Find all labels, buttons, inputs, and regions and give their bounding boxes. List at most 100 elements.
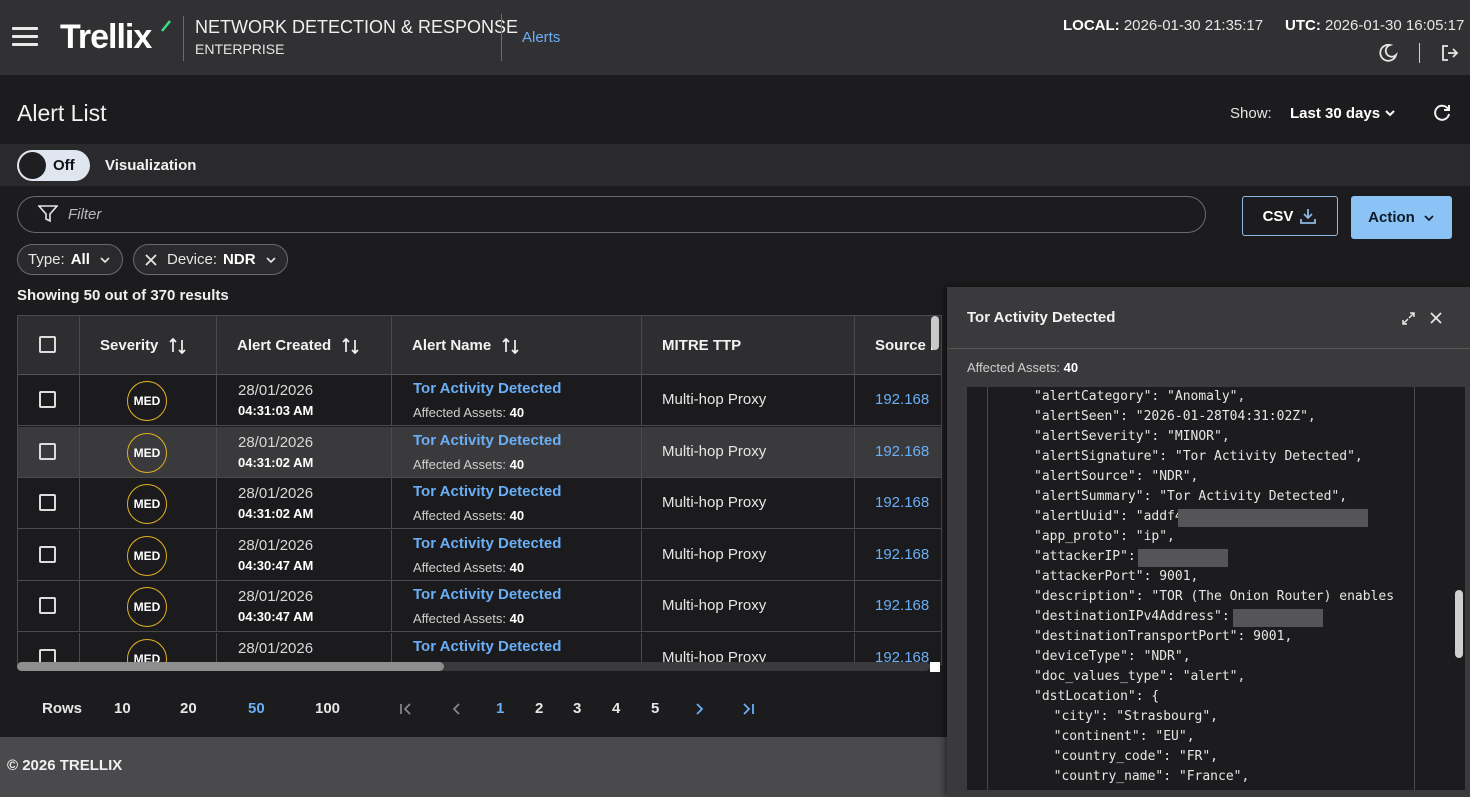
row-checkbox[interactable] <box>39 545 56 563</box>
filter-icon <box>38 205 58 223</box>
redaction-block <box>1178 509 1368 527</box>
table-vertical-scroll-thumb[interactable] <box>931 316 939 350</box>
rows-option-50[interactable]: 50 <box>248 700 265 717</box>
table-row[interactable]: MED 28/01/2026 04:31:03 AM Tor Activity Det… <box>18 375 941 426</box>
table-row[interactable]: MED 28/01/2026 Tor Activity Detected Multi-… <box>18 632 941 664</box>
source-cell: 192.168 <box>855 375 941 426</box>
created-time: 04:31:02 AM <box>238 506 314 521</box>
select-all-checkbox[interactable] <box>39 336 56 353</box>
device-chip-label: Device: <box>167 251 218 268</box>
table-row[interactable]: MED 28/01/2026 04:30:47 AM Tor Activity Det… <box>18 581 941 632</box>
col-alert-created[interactable]: Alert Created <box>217 316 392 375</box>
mitre-ttp: Multi-hop Proxy <box>662 391 767 408</box>
alert-name-link[interactable]: Tor Activity Detected <box>413 586 561 603</box>
table-row[interactable]: MED 28/01/2026 04:30:47 AM Tor Activity Det… <box>18 529 941 581</box>
alert-name-cell: Tor Activity Detected Affected Assets: 40 <box>392 581 642 632</box>
table-header: Severity Alert Created Alert Name MITRE … <box>18 316 941 375</box>
severity-badge: MED <box>127 484 167 524</box>
prev-page-icon[interactable] <box>450 702 464 716</box>
action-button[interactable]: Action <box>1351 196 1452 239</box>
mitre-ttp: Multi-hop Proxy <box>662 545 767 563</box>
time-range-select[interactable]: Last 30 days <box>1290 105 1396 122</box>
type-filter-chip[interactable]: Type: All <box>17 244 123 275</box>
table-vertical-scrollbar[interactable] <box>930 315 940 665</box>
affected-assets-label: Affected Assets: <box>413 611 506 626</box>
refresh-icon[interactable] <box>1432 103 1452 123</box>
page-2[interactable]: 2 <box>535 700 543 717</box>
mitre-ttp: Multi-hop Proxy <box>662 597 767 614</box>
mitre-ttp: Multi-hop Proxy <box>662 442 767 460</box>
table-horizontal-scroll-thumb[interactable] <box>17 662 444 671</box>
created-date: 28/01/2026 <box>238 485 314 502</box>
affected-assets: Affected Assets: 40 <box>413 508 524 523</box>
alert-name-link[interactable]: Tor Activity Detected <box>413 638 561 655</box>
row-checkbox[interactable] <box>39 494 56 511</box>
col-source-ip[interactable]: Source I <box>855 316 941 375</box>
created-time: 04:30:47 AM <box>238 609 314 624</box>
logout-icon[interactable] <box>1440 43 1460 63</box>
page-4[interactable]: 4 <box>612 700 620 717</box>
affected-assets-count: 40 <box>509 405 525 420</box>
alert-name-link[interactable]: Tor Activity Detected <box>413 483 561 500</box>
col-alert-name[interactable]: Alert Name <box>392 316 642 375</box>
affected-assets-count: 40 <box>509 508 525 523</box>
close-icon[interactable] <box>1429 311 1443 325</box>
nav-alerts-link[interactable]: Alerts <box>522 29 560 46</box>
col-source-ip-label: Source I <box>875 337 935 354</box>
json-scroll-thumb[interactable] <box>1455 590 1463 658</box>
rows-option-10[interactable]: 10 <box>114 700 131 717</box>
alert-name-link[interactable]: Tor Activity Detected <box>413 432 561 449</box>
json-line: "alertSummary": "Tor Activity Detected", <box>1034 489 1348 504</box>
col-severity[interactable]: Severity <box>80 316 217 375</box>
row-checkbox[interactable] <box>39 442 56 460</box>
row-checkbox[interactable] <box>39 391 56 408</box>
logo-accent-icon <box>161 20 171 32</box>
mitre-cell: Multi-hop Proxy <box>642 529 855 581</box>
col-alert-created-label: Alert Created <box>237 337 332 354</box>
sort-icon <box>169 337 186 354</box>
local-label: LOCAL: <box>1063 17 1120 34</box>
product-edition: ENTERPRISE <box>195 41 285 57</box>
panel-title: Tor Activity Detected <box>967 309 1116 326</box>
page-3[interactable]: 3 <box>573 700 581 717</box>
created-cell: 28/01/2026 04:31:02 AM <box>217 478 392 529</box>
alert-name-link[interactable]: Tor Activity Detected <box>413 535 561 552</box>
alert-name-link[interactable]: Tor Activity Detected <box>413 380 561 397</box>
expand-icon[interactable] <box>1401 311 1416 326</box>
row-checkbox[interactable] <box>39 597 56 614</box>
source-ip-link[interactable]: 192.168 <box>875 597 929 614</box>
json-line: "app_proto": "ip", <box>1034 529 1175 544</box>
rows-option-20[interactable]: 20 <box>180 700 197 717</box>
panel-affected-assets: Affected Assets: 40 <box>967 360 1078 375</box>
close-icon[interactable] <box>144 253 158 267</box>
col-mitre-ttp[interactable]: MITRE TTP <box>642 316 855 375</box>
page-1[interactable]: 1 <box>496 700 504 717</box>
copyright: © 2026 TRELLIX <box>7 757 123 774</box>
filter-input[interactable] <box>68 202 1188 226</box>
csv-export-button[interactable]: CSV <box>1242 196 1338 236</box>
json-viewer[interactable]: "alertCategory": "Anomaly", "alertSeen": … <box>967 387 1465 790</box>
next-page-icon[interactable] <box>692 702 706 716</box>
source-ip-link[interactable]: 192.168 <box>875 494 929 511</box>
source-ip-link[interactable]: 192.168 <box>875 391 929 408</box>
source-cell: 192.168 <box>855 581 941 632</box>
table-row[interactable]: MED 28/01/2026 04:31:02 AM Tor Activity Det… <box>18 478 941 529</box>
dark-mode-icon[interactable] <box>1378 43 1398 63</box>
row-select-cell <box>18 632 80 664</box>
page-5[interactable]: 5 <box>651 700 659 717</box>
source-ip-link[interactable]: 192.168 <box>875 443 929 460</box>
last-page-icon[interactable] <box>741 702 755 716</box>
first-page-icon[interactable] <box>399 702 413 716</box>
device-filter-chip[interactable]: Device: NDR <box>133 244 288 275</box>
json-line: "dstLocation": { <box>1034 689 1160 704</box>
local-clock: LOCAL: 2026-01-30 21:35:17 <box>1063 17 1263 34</box>
source-ip-link[interactable]: 192.168 <box>875 546 929 563</box>
affected-assets-count: 40 <box>509 456 525 472</box>
severity-cell: MED <box>80 478 217 529</box>
menu-icon[interactable] <box>12 27 38 47</box>
table-row[interactable]: MED 28/01/2026 04:31:02 AM Tor Activity Det… <box>18 426 941 478</box>
select-all-cell <box>18 316 80 375</box>
affected-assets-count: 40 <box>509 559 525 575</box>
rows-option-100[interactable]: 100 <box>315 700 340 717</box>
alert-name-cell: Tor Activity Detected Affected Assets: 40 <box>392 529 642 581</box>
